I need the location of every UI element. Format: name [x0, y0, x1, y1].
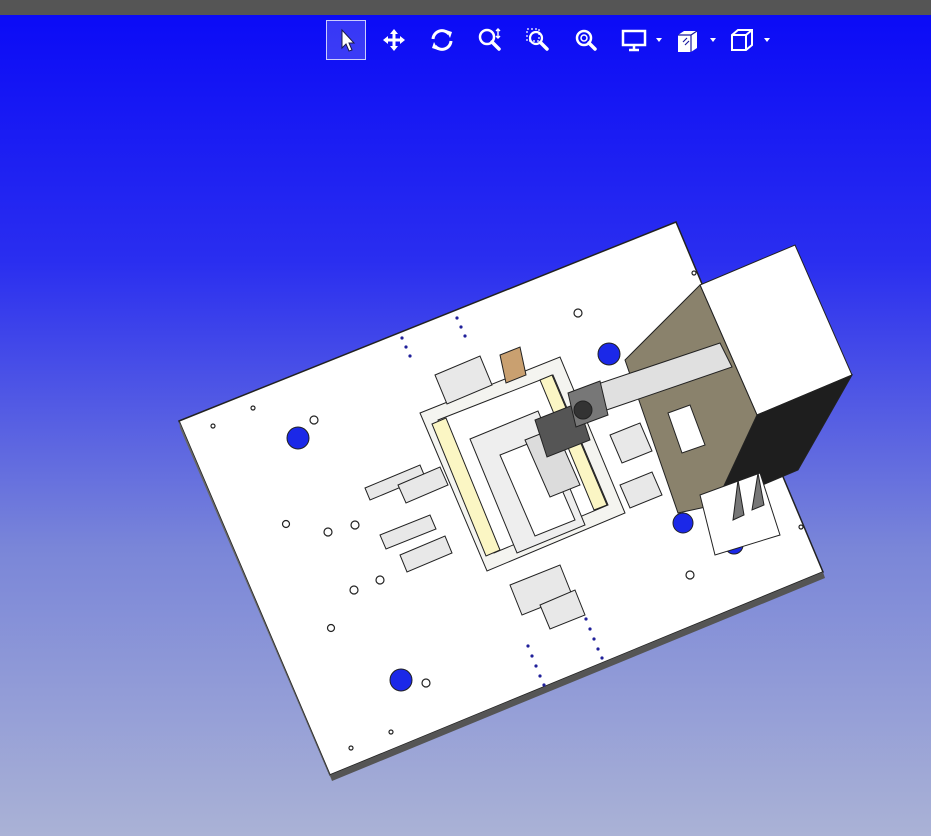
display-mode-dropdown[interactable] [614, 20, 664, 60]
monitor-icon [621, 29, 647, 52]
chevron-down-icon[interactable] [708, 20, 718, 60]
window-title-bar [0, 0, 931, 15]
rotate-icon [431, 29, 453, 51]
zoom-magnifier-icon [478, 28, 501, 51]
section-view-dropdown[interactable] [668, 20, 718, 60]
view-orientation-dropdown[interactable] [722, 20, 772, 60]
select-tool-button[interactable] [326, 20, 366, 60]
zoom-tool-button[interactable] [470, 20, 510, 60]
zoom-window-tool-button[interactable] [518, 20, 558, 60]
cursor-arrow-icon [341, 28, 356, 52]
pan-tool-button[interactable] [374, 20, 414, 60]
chevron-down-icon[interactable] [654, 20, 664, 60]
chevron-down-icon[interactable] [762, 20, 772, 60]
3d-viewport[interactable] [0, 15, 931, 836]
viewer-toolbar [326, 19, 776, 61]
rotate-tool-button[interactable] [422, 20, 462, 60]
zoom-window-icon [526, 28, 549, 51]
section-view-button[interactable] [668, 20, 708, 60]
display-mode-button[interactable] [614, 20, 654, 60]
cad-assembly-model[interactable] [0, 15, 931, 836]
zoom-fit-icon [575, 29, 597, 51]
cube-icon [731, 29, 753, 51]
move-arrows-icon [383, 29, 405, 51]
view-orientation-button[interactable] [722, 20, 762, 60]
section-box-icon [678, 30, 698, 52]
zoom-fit-tool-button[interactable] [566, 20, 606, 60]
